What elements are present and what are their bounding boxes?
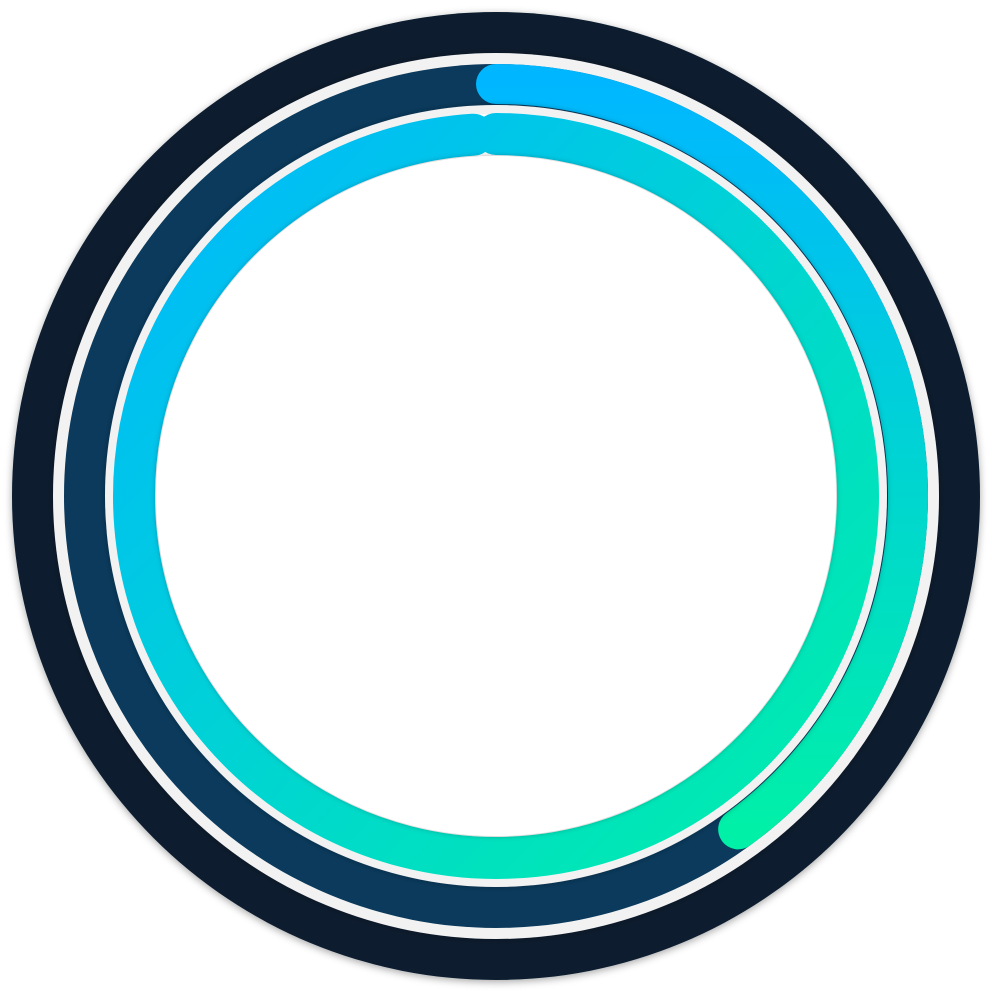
center-face — [156, 156, 836, 836]
progress-rings-widget — [0, 0, 992, 992]
progress-rings-svg — [12, 12, 980, 980]
